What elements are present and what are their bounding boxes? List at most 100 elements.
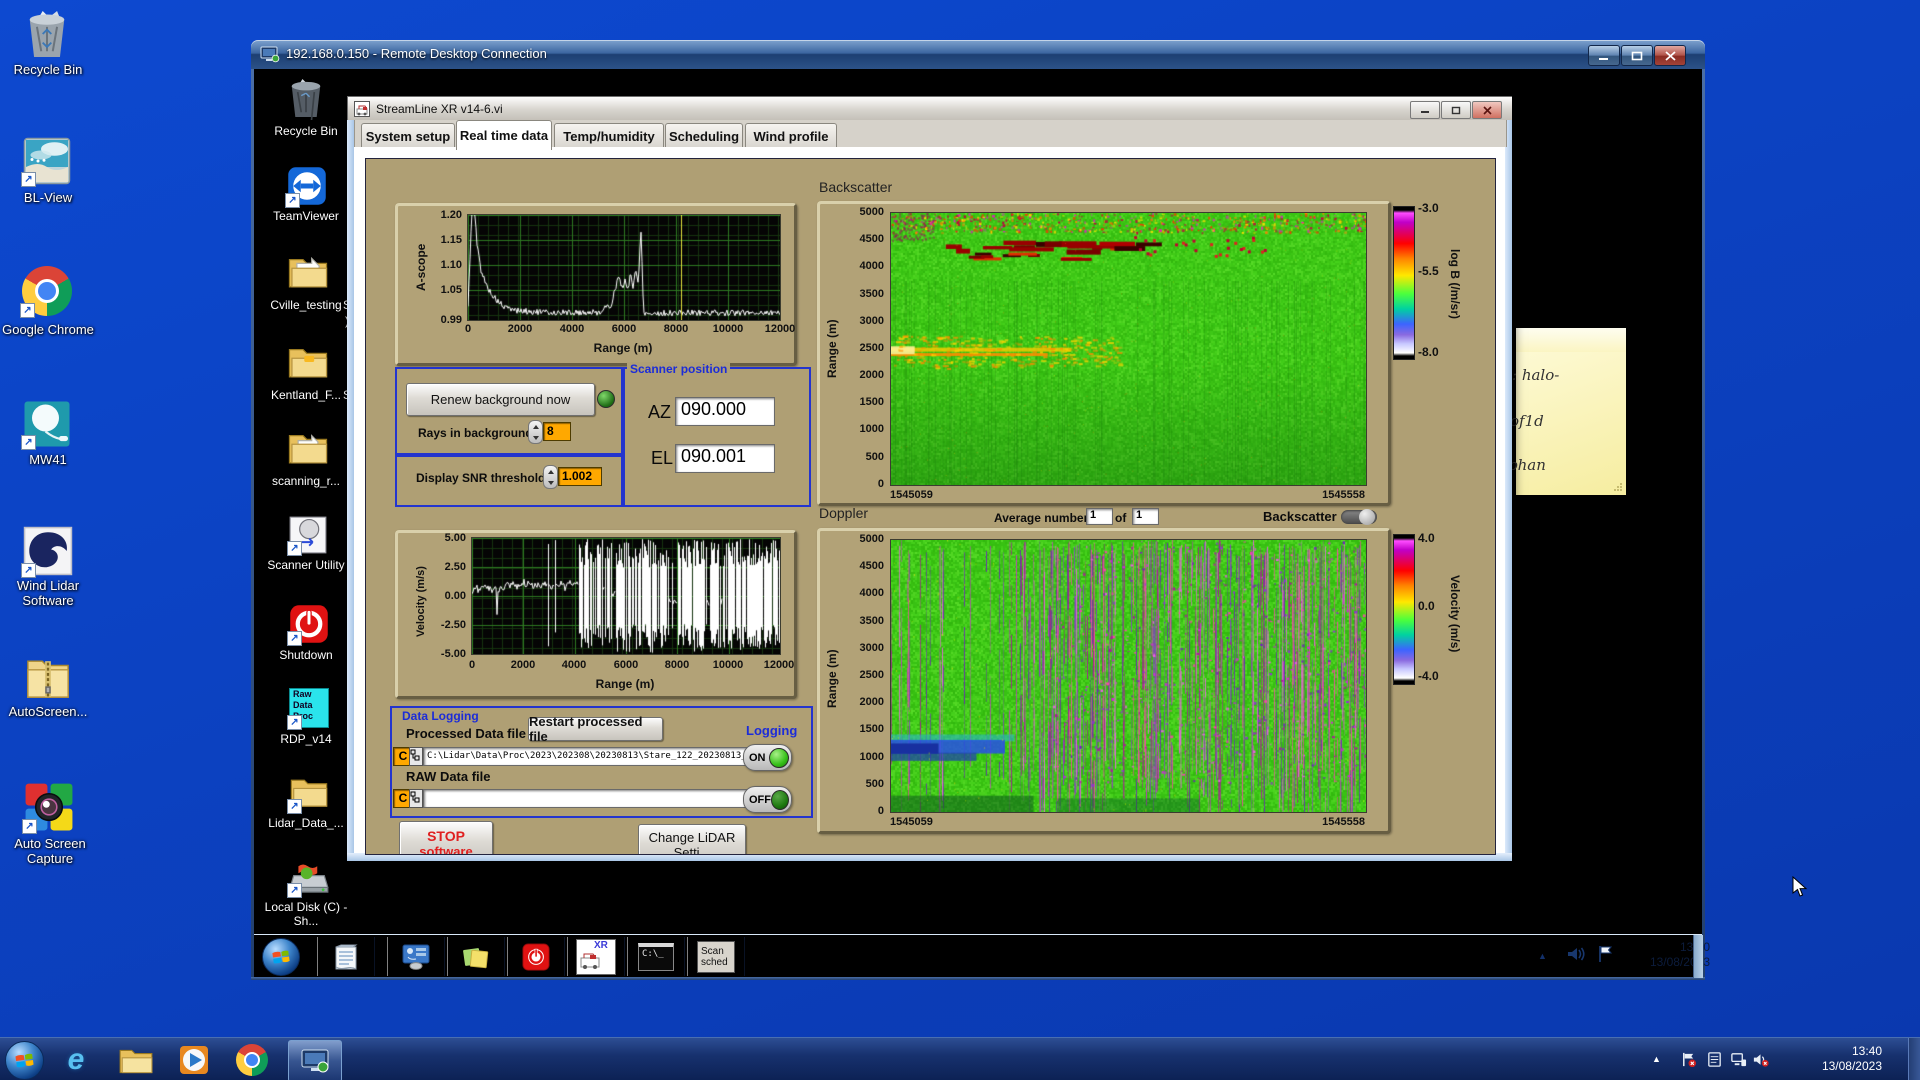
path-browse-icon[interactable] xyxy=(409,747,423,766)
logging-label: Logging xyxy=(746,723,798,738)
host-taskbar-rdp-active[interactable] xyxy=(288,1040,342,1080)
remote-taskbar-command-prompt[interactable]: C:\_ xyxy=(627,937,685,976)
path-browse-icon[interactable] xyxy=(409,789,423,808)
volume-icon[interactable] xyxy=(1566,944,1586,964)
host-icon-label[interactable]: Wind Lidar Software xyxy=(2,578,94,608)
rays-value-field[interactable]: 8 xyxy=(543,422,571,441)
rdp-icon-scanning[interactable] xyxy=(287,428,329,468)
host-volume-icon[interactable] xyxy=(1752,1051,1769,1068)
host-icon-label[interactable]: AutoScreen... xyxy=(2,704,94,719)
change-lidar-settings-button[interactable]: Change LiDAR Setti... xyxy=(638,824,746,854)
rdp-close-button[interactable] xyxy=(1654,45,1686,66)
backscatter-display-toggle[interactable] xyxy=(1341,509,1377,525)
ascope-plot[interactable] xyxy=(467,214,781,321)
host-show-desktop-button[interactable] xyxy=(1908,1038,1920,1080)
rdp-icon-label[interactable]: Scanner Utility xyxy=(258,558,354,572)
az-value-field[interactable]: 090.000 xyxy=(675,397,775,426)
snr-value-field[interactable]: 1.002 xyxy=(558,467,602,486)
app-minimize-button[interactable] xyxy=(1410,101,1440,119)
app-close-button[interactable] xyxy=(1472,101,1502,119)
rdp-icon-scanner-utility[interactable]: ↗ xyxy=(287,516,327,556)
x-tick: 0 xyxy=(468,659,476,671)
processed-path-field[interactable]: C:\Lidar\Data\Proc\2023\202308\20230813\… xyxy=(423,747,754,766)
el-label: EL xyxy=(651,448,674,468)
remote-taskbar-sticky-notes[interactable] xyxy=(447,937,505,976)
average-number-field[interactable]: 1 xyxy=(1086,508,1113,525)
host-taskbar-chrome[interactable] xyxy=(236,1044,268,1076)
rdp-icon-recycle-bin[interactable] xyxy=(287,76,325,128)
rdp-icon-label[interactable]: Local Disk (C) - Sh... xyxy=(256,900,356,928)
velocity-plot[interactable] xyxy=(471,537,781,655)
backscatter-heatmap[interactable] xyxy=(890,212,1367,486)
rdp-icon-teamviewer[interactable]: ↗ xyxy=(285,166,327,208)
host-clipboard-icon[interactable] xyxy=(1706,1051,1723,1068)
rdp-icon-label[interactable]: Shutdown xyxy=(258,648,354,662)
host-icon-label[interactable]: Recycle Bin xyxy=(2,62,94,77)
x-tick: 6000 xyxy=(611,323,637,335)
host-taskbar-media-player[interactable] xyxy=(178,1044,210,1076)
raw-path-field[interactable] xyxy=(423,789,751,808)
remote-taskbar-scan-scheduler[interactable]: Scan sched xyxy=(687,937,745,976)
host-icon-google-chrome[interactable]: ↗ xyxy=(20,266,72,318)
host-icon-label[interactable]: Google Chrome xyxy=(2,322,94,337)
rdp-icon-cville-testing[interactable] xyxy=(287,252,329,292)
tab-wind-profile[interactable]: Wind profile xyxy=(745,123,837,148)
average-of-field[interactable]: 1 xyxy=(1132,508,1159,525)
renew-background-button[interactable]: Renew background now xyxy=(406,383,595,416)
processed-logging-toggle[interactable]: ON xyxy=(743,744,792,771)
remote-taskbar-notepad[interactable] xyxy=(317,937,375,976)
app-maximize-button[interactable] xyxy=(1441,101,1471,119)
host-start-button[interactable] xyxy=(5,1041,44,1080)
rdp-icon-label[interactable]: Recycle Bin xyxy=(258,124,354,138)
host-icon-bl-view[interactable]: ↗ xyxy=(21,137,71,187)
host-taskbar-internet-explorer[interactable]: e xyxy=(60,1043,92,1076)
remote-show-desktop-button[interactable] xyxy=(1693,935,1703,978)
rdp-icon-rdp-v14[interactable]: Raw Data Proc ↗ xyxy=(287,688,329,730)
tray-expand-icon[interactable]: ▲ xyxy=(1538,951,1547,961)
rdp-maximize-button[interactable] xyxy=(1621,45,1653,66)
stop-software-button[interactable]: STOP software xyxy=(399,821,493,854)
host-taskbar-file-explorer[interactable] xyxy=(118,1046,154,1076)
app-title: StreamLine XR v14-6.vi xyxy=(376,102,503,116)
action-center-flag-icon[interactable] xyxy=(1596,944,1616,964)
tab-system-setup[interactable]: System setup xyxy=(361,123,455,148)
el-value-field[interactable]: 090.001 xyxy=(675,444,775,473)
host-icon-mw41[interactable]: ↗ xyxy=(21,400,71,450)
host-icon-label[interactable]: BL-View xyxy=(2,190,94,205)
remote-taskbar-shutdown[interactable] xyxy=(507,937,565,976)
host-network-icon[interactable] xyxy=(1730,1051,1747,1068)
rdp-minimize-button[interactable] xyxy=(1588,45,1620,66)
restart-processed-file-button[interactable]: Restart processed file xyxy=(528,714,663,744)
host-tray-expand-icon[interactable]: ▲ xyxy=(1652,1054,1661,1064)
host-icon-autoscreen-zip[interactable] xyxy=(25,652,71,702)
host-icon-label[interactable]: MW41 xyxy=(2,452,94,467)
rdp-window-titlebar[interactable]: 192.168.0.150 - Remote Desktop Connectio… xyxy=(251,40,1705,69)
rdp-icon-label[interactable]: Lidar_Data_... xyxy=(256,816,356,830)
rays-spinner[interactable] xyxy=(528,420,543,444)
remote-start-button[interactable] xyxy=(262,938,300,976)
rdp-icon-shutdown[interactable]: ↗ xyxy=(287,604,329,646)
host-icon-recycle-bin[interactable] xyxy=(24,8,70,60)
rdp-icon-kentland[interactable] xyxy=(287,342,329,382)
remote-taskbar-display-settings[interactable] xyxy=(387,937,445,976)
sticky-note[interactable]: : halo- of1d phan xyxy=(1508,328,1626,495)
host-clock[interactable]: 13:40 13/08/2023 xyxy=(1782,1044,1882,1074)
rdp-icon-label[interactable]: scanning_r... xyxy=(254,474,358,488)
resize-grip-icon[interactable] xyxy=(1613,482,1623,492)
remote-taskbar-streamline-xr[interactable]: XR xyxy=(567,937,625,976)
raw-logging-toggle[interactable]: OFF xyxy=(743,786,792,813)
host-icon-wind-lidar[interactable]: ↗ xyxy=(21,526,73,578)
host-icon-auto-screen-capture[interactable]: ↗ xyxy=(22,782,74,834)
doppler-heatmap[interactable] xyxy=(890,539,1367,813)
host-icon-label[interactable]: Auto Screen Capture xyxy=(2,836,98,866)
tab-real-time-data[interactable]: Real time data xyxy=(456,120,552,150)
rdp-icon-lidar-data[interactable]: ↗ xyxy=(287,772,329,814)
rdp-icon-label[interactable]: RDP_v14 xyxy=(258,732,354,746)
tab-temp-humidity[interactable]: Temp/humidity xyxy=(554,123,664,148)
app-titlebar[interactable]: StreamLine XR v14-6.vi xyxy=(347,96,1512,122)
tab-scheduling[interactable]: Scheduling xyxy=(665,123,743,148)
snr-spinner[interactable] xyxy=(543,465,558,489)
host-action-flag-icon[interactable] xyxy=(1680,1051,1697,1068)
rdp-icon-label[interactable]: TeamViewer xyxy=(256,209,356,223)
rdp-icon-local-disk[interactable]: ↗ xyxy=(287,860,329,898)
